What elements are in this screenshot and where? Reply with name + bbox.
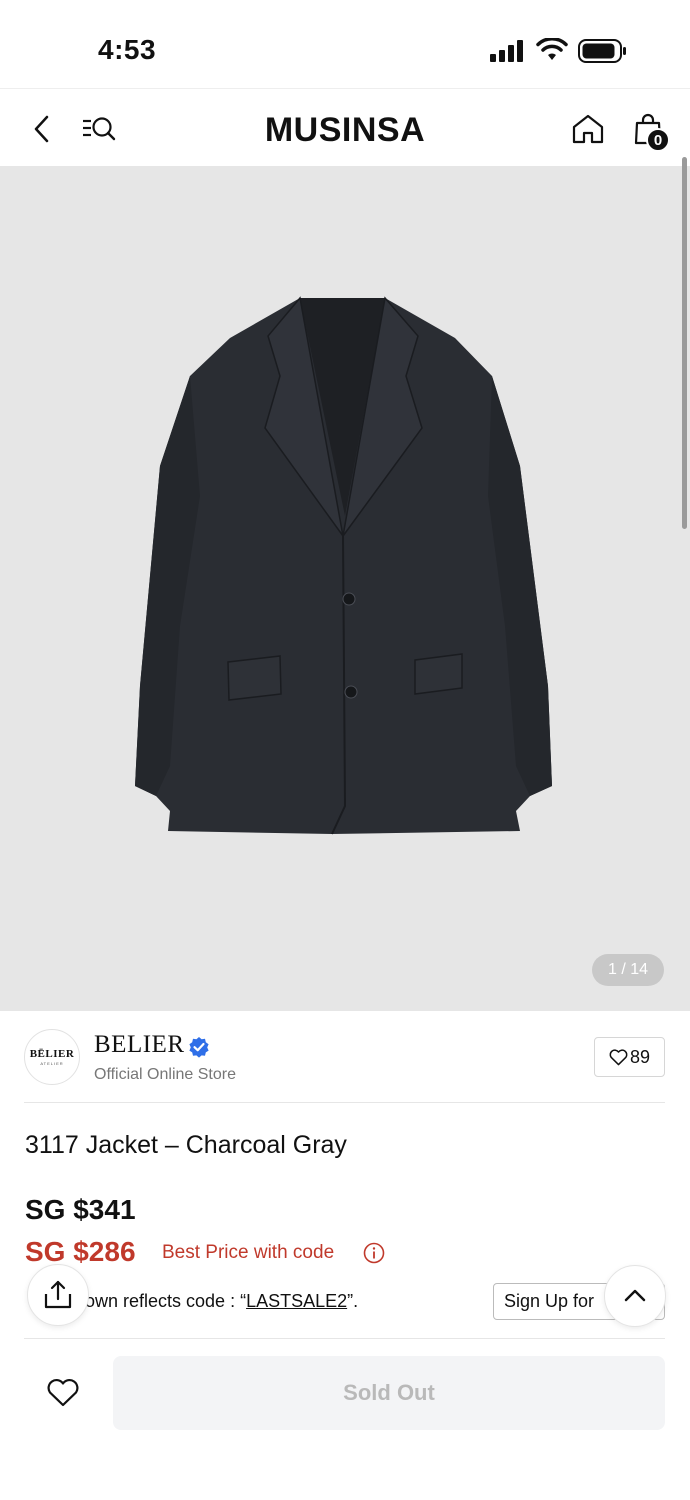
heart-icon bbox=[609, 1048, 628, 1065]
image-scrollbar[interactable] bbox=[682, 157, 687, 529]
status-time: 4:53 bbox=[98, 34, 157, 65]
price-original: SG $341 bbox=[25, 1194, 136, 1225]
verified-icon bbox=[189, 1037, 209, 1058]
chevron-up-icon bbox=[624, 1289, 646, 1302]
sold-out-button[interactable]: Sold Out bbox=[113, 1356, 665, 1430]
code-note-suffix: ”. bbox=[347, 1291, 359, 1311]
code-note-prefix: own reflects code : “ bbox=[85, 1291, 247, 1311]
jacket-image bbox=[135, 296, 552, 835]
share-icon bbox=[44, 1280, 72, 1309]
menu-search-icon[interactable] bbox=[80, 109, 120, 149]
heart-icon bbox=[47, 1379, 79, 1407]
brand-avatar-text: BĒLIER bbox=[29, 1048, 75, 1060]
wishlist-button[interactable] bbox=[40, 1370, 86, 1416]
product-name: 3117 Jacket – Charcoal Gray bbox=[25, 1131, 347, 1159]
brand-avatar-subtext: ATELIER bbox=[40, 1061, 64, 1066]
brand-avatar[interactable]: BĒLIER ATELIER bbox=[24, 1029, 80, 1085]
discount-code[interactable]: LASTSALE2 bbox=[246, 1291, 347, 1311]
brand-row[interactable]: BĒLIER ATELIER BELIER Official Online St… bbox=[0, 1011, 690, 1103]
price-sale: SG $286 bbox=[25, 1236, 136, 1267]
divider bbox=[24, 1338, 665, 1339]
brand-subtitle: Official Online Store bbox=[94, 1066, 236, 1083]
share-button[interactable] bbox=[27, 1264, 89, 1326]
top-nav-bar: MUSINSA bbox=[0, 88, 690, 166]
info-icon[interactable] bbox=[363, 1242, 385, 1264]
wifi-icon bbox=[536, 38, 568, 60]
cart-count-badge: 0 bbox=[646, 128, 670, 152]
back-icon[interactable] bbox=[22, 109, 62, 149]
home-icon[interactable] bbox=[568, 109, 608, 149]
brand-name[interactable]: BELIER bbox=[94, 1031, 185, 1059]
brand-like-count: 89 bbox=[629, 1046, 651, 1067]
best-price-label: Best Price with code bbox=[162, 1242, 335, 1263]
product-image[interactable]: 1 / 14 bbox=[0, 166, 690, 1011]
status-bar: 4:53 bbox=[0, 0, 690, 88]
signal-icon bbox=[490, 40, 523, 62]
image-counter: 1 / 14 bbox=[592, 954, 664, 986]
brand-like-button[interactable]: 89 bbox=[594, 1037, 665, 1077]
divider bbox=[24, 1102, 665, 1103]
scroll-top-button[interactable] bbox=[604, 1265, 666, 1327]
battery-icon bbox=[578, 39, 626, 63]
